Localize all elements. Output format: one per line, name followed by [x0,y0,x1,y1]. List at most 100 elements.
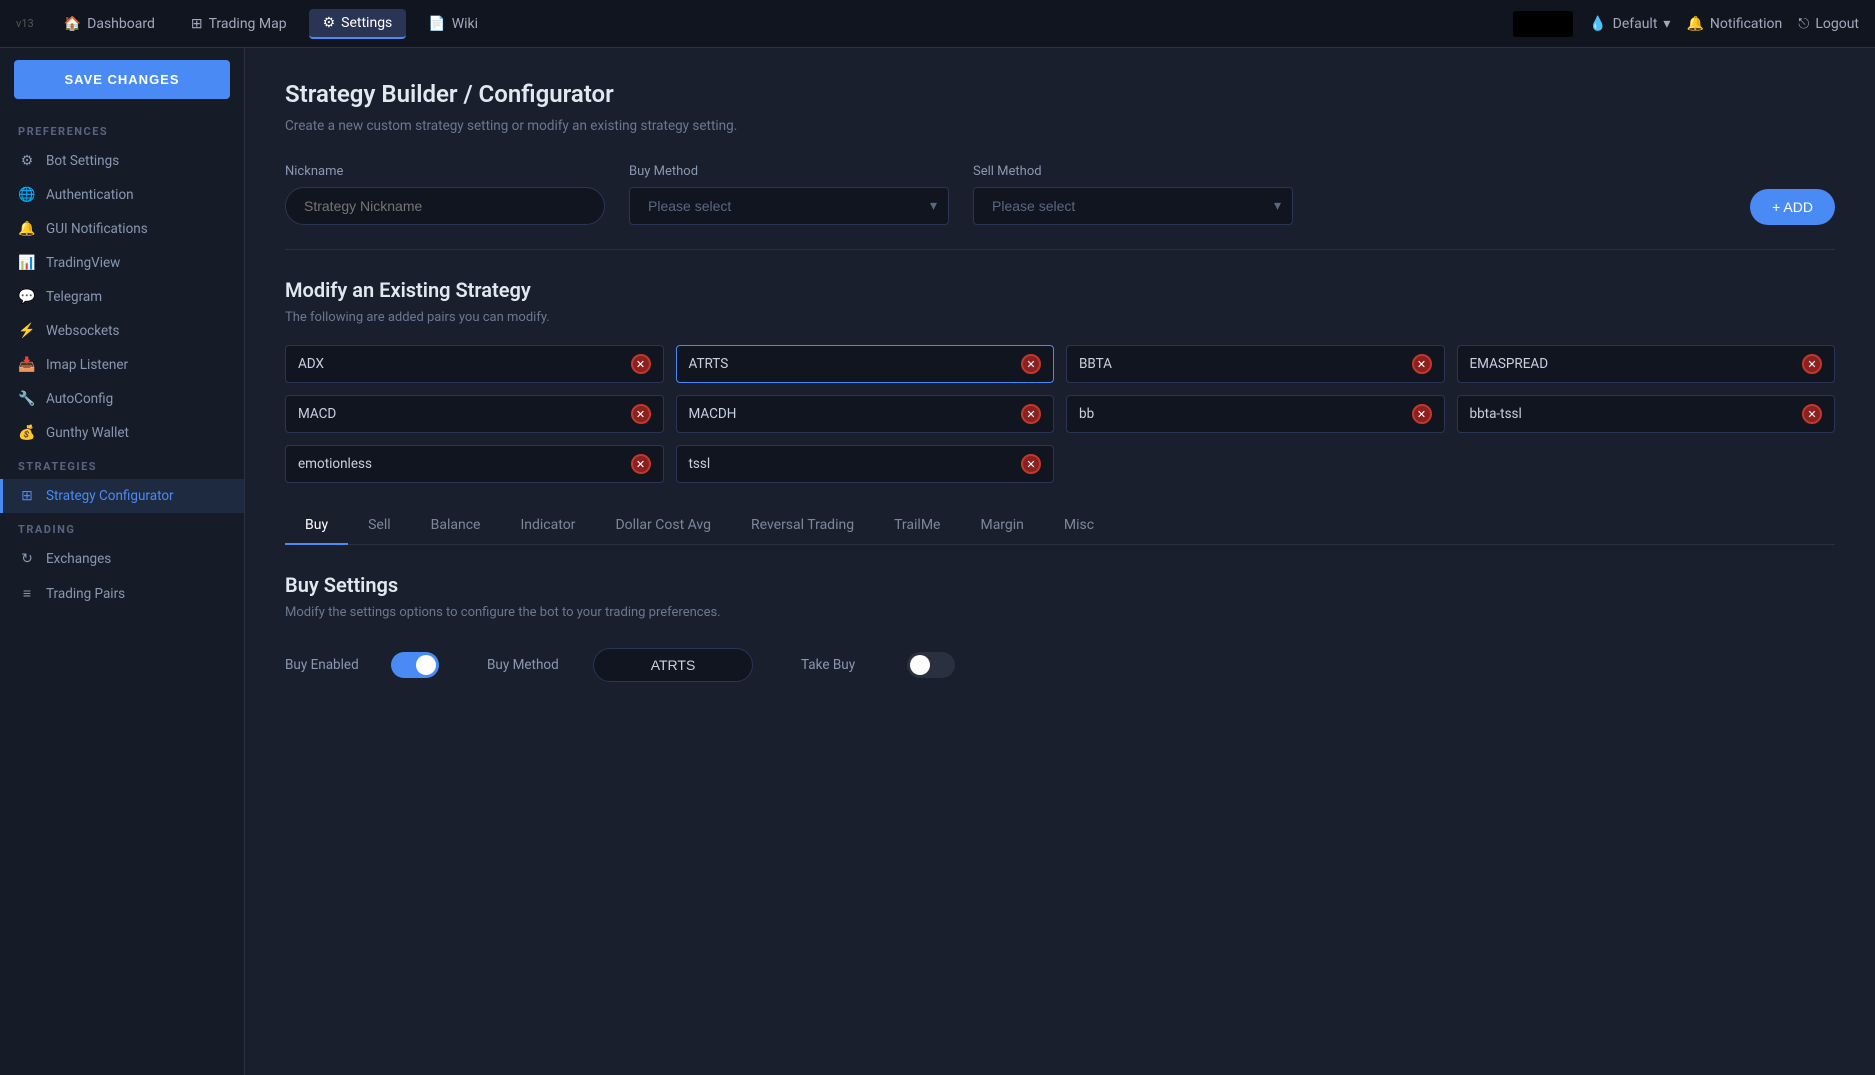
strategy-tag-bb[interactable]: bb ✕ [1066,395,1445,433]
remove-emaspread-button[interactable]: ✕ [1802,354,1822,374]
sidebar-item-imap-listener[interactable]: 📥 Imap Listener [0,348,244,382]
buy-method-label: Buy Method [629,164,949,179]
strategy-tag-tssl[interactable]: tssl ✕ [676,445,1055,483]
strategy-tag-macdh[interactable]: MACDH ✕ [676,395,1055,433]
strategy-tag-atrts[interactable]: ATRTS ✕ [676,345,1055,383]
buy-method-select-wrapper: Please select [629,187,949,225]
toggle-knob-2 [910,655,930,675]
nickname-group: Nickname [285,164,605,225]
drop-icon: 💧 [1589,16,1606,32]
wallet-icon: 💰 [18,425,36,441]
nickname-label: Nickname [285,164,605,179]
tab-dollar-cost-avg[interactable]: Dollar Cost Avg [595,507,731,545]
home-icon: 🏠 [64,16,81,32]
buy-method-setting: Buy Method [487,648,753,682]
bell-icon: 🔔 [18,221,36,237]
pairs-icon: ≡ [18,585,36,602]
modify-section-subtitle: The following are added pairs you can mo… [285,310,1835,325]
remove-tssl-button[interactable]: ✕ [1021,454,1041,474]
sidebar-item-autoconfig[interactable]: 🔧 AutoConfig [0,382,244,416]
logout-icon: ⎋ [1798,16,1809,32]
sell-method-select[interactable]: Please select [973,187,1293,225]
remove-macd-button[interactable]: ✕ [631,404,651,424]
modify-section-title: Modify an Existing Strategy [285,278,1835,302]
notification-button[interactable]: 🔔 Notification [1686,16,1782,32]
remove-emotionless-button[interactable]: ✕ [631,454,651,474]
sidebar-item-trading-pairs[interactable]: ≡ Trading Pairs [0,576,244,611]
strategy-tag-bbta[interactable]: BBTA ✕ [1066,345,1445,383]
strategy-tag-adx[interactable]: ADX ✕ [285,345,664,383]
buy-settings-title: Buy Settings [285,573,1835,597]
app-layout: SAVE CHANGES Preferences ⚙ Bot Settings … [0,48,1875,1075]
topnav-right: 💧 Default ▾ 🔔 Notification ⎋ Logout [1513,11,1859,37]
strategy-builder-form: Nickname Buy Method Please select Sell M… [285,164,1835,225]
tab-sell[interactable]: Sell [348,507,411,545]
remove-bbta-tssl-button[interactable]: ✕ [1802,404,1822,424]
configurator-icon: ⊞ [18,488,36,504]
chart-icon: 📊 [18,255,36,271]
chat-icon: 💬 [18,289,36,305]
chevron-down-icon: ▾ [1663,16,1670,32]
take-buy-label: Take Buy [801,657,891,673]
strategy-tag-bbta-tssl[interactable]: bbta-tssl ✕ [1457,395,1836,433]
nickname-input[interactable] [285,187,605,225]
remove-macdh-button[interactable]: ✕ [1021,404,1041,424]
remove-bbta-button[interactable]: ✕ [1412,354,1432,374]
default-dropdown[interactable]: 💧 Default ▾ [1589,16,1670,32]
strategy-tag-emotionless[interactable]: emotionless ✕ [285,445,664,483]
wrench-icon: 🔧 [18,391,36,407]
preferences-section-label: Preferences [0,115,244,144]
add-strategy-button[interactable]: + ADD [1750,189,1835,225]
sell-method-group: Sell Method Please select [973,164,1293,225]
sidebar-item-exchanges[interactable]: ↻ Exchanges [0,542,244,576]
settings-icon: ⚙ [323,15,336,31]
grid-icon: ⊞ [191,16,203,32]
gear-icon: ⚙ [18,153,36,169]
buy-settings-subtitle: Modify the settings options to configure… [285,605,1835,620]
sidebar-item-gunthy-wallet[interactable]: 💰 Gunthy Wallet [0,416,244,450]
color-picker[interactable] [1513,11,1573,37]
sidebar-item-strategy-configurator[interactable]: ⊞ Strategy Configurator [0,479,244,513]
buy-settings-row: Buy Enabled Buy Method Take Buy [285,648,1835,682]
remove-bb-button[interactable]: ✕ [1412,404,1432,424]
sidebar-item-authentication[interactable]: 🌐 Authentication [0,178,244,212]
page-subtitle: Create a new custom strategy setting or … [285,118,1835,134]
nav-dashboard[interactable]: 🏠 Dashboard [50,10,169,38]
sidebar-item-gui-notifications[interactable]: 🔔 GUI Notifications [0,212,244,246]
buy-enabled-toggle[interactable] [391,652,439,678]
tab-balance[interactable]: Balance [411,507,501,545]
nav-settings[interactable]: ⚙ Settings [309,9,407,39]
sidebar-item-tradingview[interactable]: 📊 TradingView [0,246,244,280]
buy-method-value-input[interactable] [593,648,753,682]
tab-margin[interactable]: Margin [960,507,1043,545]
buy-method-select[interactable]: Please select [629,187,949,225]
toggle-knob [416,655,436,675]
tab-buy[interactable]: Buy [285,507,348,545]
buy-enabled-label: Buy Enabled [285,657,375,673]
top-navigation: v13 🏠 Dashboard ⊞ Trading Map ⚙ Settings… [0,0,1875,48]
page-title: Strategy Builder / Configurator [285,80,1835,108]
remove-atrts-button[interactable]: ✕ [1021,354,1041,374]
remove-adx-button[interactable]: ✕ [631,354,651,374]
version-label: v13 [16,17,34,30]
buy-method-setting-label: Buy Method [487,657,577,673]
strategy-tag-macd[interactable]: MACD ✕ [285,395,664,433]
logout-button[interactable]: ⎋ Logout [1798,16,1859,32]
tab-reversal-trading[interactable]: Reversal Trading [731,507,874,545]
main-content: Strategy Builder / Configurator Create a… [245,48,1875,1075]
strategy-tabs: Buy Sell Balance Indicator Dollar Cost A… [285,507,1835,545]
nav-trading-map[interactable]: ⊞ Trading Map [177,10,301,38]
take-buy-toggle[interactable] [907,652,955,678]
sidebar-item-websockets[interactable]: ⚡ Websockets [0,314,244,348]
tab-indicator[interactable]: Indicator [500,507,595,545]
sidebar-item-bot-settings[interactable]: ⚙ Bot Settings [0,144,244,178]
save-changes-button[interactable]: SAVE CHANGES [14,60,230,99]
sell-method-select-wrapper: Please select [973,187,1293,225]
sidebar-item-telegram[interactable]: 💬 Telegram [0,280,244,314]
take-buy-setting: Take Buy [801,652,955,678]
strategy-tag-emaspread[interactable]: EMASPREAD ✕ [1457,345,1836,383]
tab-misc[interactable]: Misc [1044,507,1114,545]
exchange-icon: ↻ [18,551,36,567]
nav-wiki[interactable]: 📄 Wiki [414,10,492,38]
tab-trailme[interactable]: TrailMe [874,507,960,545]
